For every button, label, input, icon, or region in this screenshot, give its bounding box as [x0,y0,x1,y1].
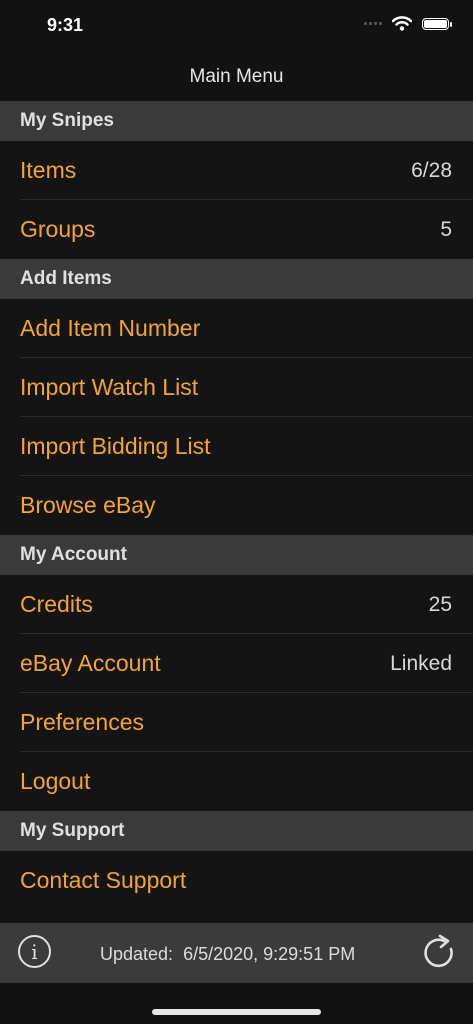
menu-item-preferences[interactable]: Preferences [0,693,473,752]
status-time: 9:31 [47,15,84,35]
menu-item-label: Add Item Number [20,315,201,341]
page-title: Main Menu [189,66,284,87]
info-icon[interactable]: i [18,935,51,968]
updated-timestamp: 6/5/2020, 9:29:51 PM [183,944,356,964]
section-header-my-support: My Support [0,811,473,851]
menu-item-label: eBay Account [20,650,161,676]
last-updated-text: Updated: 6/5/2020, 9:29:51 PM [100,944,355,965]
menu-item-label: Items [20,157,77,183]
battery-icon [422,17,452,30]
menu-item-credits[interactable]: Credits 25 [0,575,473,634]
navigation-bar: Main Menu [0,50,473,101]
refresh-icon[interactable] [418,933,458,973]
updated-label: Updated: [100,944,174,964]
cellular-signal-icon [364,22,382,25]
menu-item-ebay-account[interactable]: eBay Account Linked [0,634,473,693]
menu-item-label: Import Watch List [20,374,199,400]
groups-count: 5 [440,217,452,241]
menu-item-import-watch-list[interactable]: Import Watch List [0,358,473,417]
section-header-add-items: Add Items [0,259,473,299]
menu-item-label: Groups [20,216,96,242]
menu-item-import-bidding-list[interactable]: Import Bidding List [0,417,473,476]
section-header-my-snipes: My Snipes [0,101,473,141]
menu-item-contact-support[interactable]: Contact Support [0,851,473,925]
menu-item-items[interactable]: Items 6/28 [0,141,473,200]
menu-item-label: Browse eBay [20,492,156,518]
section-header-my-account: My Account [0,535,473,575]
ebay-account-status: Linked [390,651,452,675]
menu-item-label: Preferences [20,709,145,735]
menu-item-label: Import Bidding List [20,433,211,459]
menu-item-label: Logout [20,768,91,794]
menu-item-label: Credits [20,591,93,617]
menu-item-logout[interactable]: Logout [0,752,473,811]
items-count: 6/28 [411,158,452,182]
status-bar: 9:31 [0,0,473,50]
status-icons [364,16,452,31]
home-indicator[interactable] [152,1009,321,1015]
wifi-icon [392,16,412,31]
bottom-toolbar: i Updated: 6/5/2020, 9:29:51 PM [0,923,473,983]
menu-item-add-item-number[interactable]: Add Item Number [0,299,473,358]
credits-count: 25 [428,592,452,616]
menu-item-label: Contact Support [20,867,187,893]
home-indicator-area [0,983,473,1024]
main-menu-list: My Snipes Items 6/28 Groups 5 Add Items … [0,101,473,925]
menu-item-groups[interactable]: Groups 5 [0,200,473,259]
menu-item-browse-ebay[interactable]: Browse eBay [0,476,473,535]
